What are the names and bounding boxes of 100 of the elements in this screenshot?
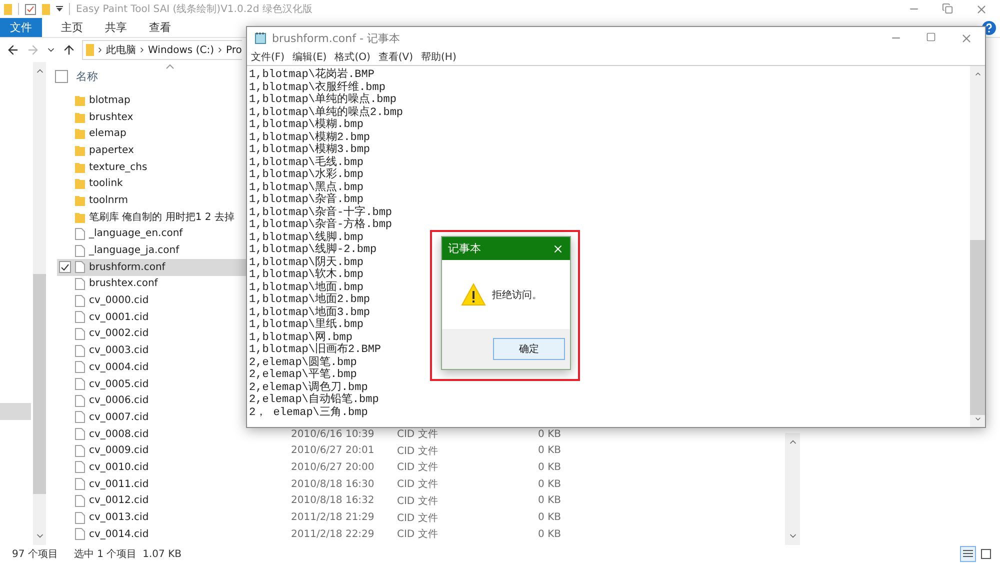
details-view-button[interactable] [960,546,976,562]
scroll-thumb[interactable] [970,240,985,415]
file-name[interactable]: cv_0004.cid [89,362,149,373]
file-name[interactable]: 笔刷库 俺自制的 用时把1 2 去掉 [89,210,234,224]
file-name[interactable]: texture_chs [89,162,148,173]
file-name[interactable]: toolnrm [89,194,128,206]
file-icon [75,361,85,374]
ribbon-tab[interactable]: 主页 [50,18,94,37]
menu-item[interactable]: 帮助(H) [421,50,456,64]
file-name[interactable]: brushform.conf [89,262,166,273]
file-icon [75,228,85,240]
menu-item[interactable]: 文件(F) [251,50,285,64]
restore-icon[interactable] [942,2,953,14]
folder-icon [75,128,85,140]
file-name[interactable]: brushtex [89,112,134,123]
file-icon [75,428,85,440]
file-name[interactable]: cv_0011.cid [89,478,149,490]
file-type: CID 文件 [397,428,439,442]
file-date: 2010/6/27 20:00 [291,462,376,473]
ribbon-tab[interactable]: 共享 [94,18,138,37]
file-name[interactable]: cv_0000.cid [89,295,149,306]
text-line: 1,blotmap\软木.bmp [249,269,364,281]
large-icons-view-button[interactable] [978,546,994,562]
text-line: 1,blotmap\地面3.bmp [249,306,370,318]
folder-icon [75,94,85,106]
address-bar[interactable]: 此电脑 Windows (C:) Pro [82,40,242,60]
ribbon-tab[interactable]: 文件 [0,18,42,37]
file-checkbox[interactable] [59,261,71,274]
file-name[interactable]: blotmap [89,94,130,106]
file-icon [75,378,85,390]
chevron-icon [96,46,104,54]
text-line: 1,blotmap\网.bmp [249,332,352,344]
ok-button[interactable]: 确定 [493,338,565,360]
check-icon [61,264,69,271]
window-title: brushform.conf - 记事本 [272,30,400,46]
text-line: 1,blotmap\旧画布2.BMP [249,344,382,356]
folder-icon [75,144,85,156]
maximize-icon[interactable] [926,32,936,42]
file-name[interactable]: cv_0005.cid [89,378,149,390]
file-size: 0 KB [537,462,561,473]
text-line: 1,blotmap\杂音-十字.bmp [249,206,392,218]
text-scrollbar[interactable] [970,66,985,427]
file-name[interactable]: cv_0009.cid [89,445,149,456]
breadcrumb[interactable]: Pro [226,44,242,56]
select-all-checkbox[interactable] [55,70,68,82]
file-name[interactable]: elemap [89,128,126,140]
notepad-icon [255,32,267,44]
breadcrumb[interactable]: Windows (C:) [148,44,214,56]
file-name[interactable]: brushtex.conf [89,278,158,290]
menu-item[interactable]: 格式(O) [334,50,370,64]
file-icon [75,411,85,424]
menu-item[interactable]: 查看(V) [378,50,414,64]
close-icon[interactable] [552,242,564,254]
file-icon [75,394,85,407]
file-type: CID 文件 [397,460,439,474]
file-name[interactable]: cv_0014.cid [89,528,149,540]
folder-icon [75,178,85,190]
file-name[interactable]: cv_0006.cid [89,395,149,406]
scroll-thumb[interactable] [33,274,46,494]
file-name[interactable]: cv_0001.cid [89,312,149,323]
file-date: 2010/8/18 16:30 [291,478,376,490]
text-line: 1,blotmap\线脚.bmp [249,232,364,244]
file-name[interactable]: _language_en.conf [89,228,183,240]
back-icon[interactable] [6,43,20,57]
text-line: 1,blotmap\里纸.bmp [249,319,364,332]
ribbon-tab[interactable]: 查看 [138,18,182,37]
file-date: 2011/2/18 21:29 [291,512,376,524]
dialog-message: 拒绝访问。 [492,288,542,302]
list-icon [963,549,973,559]
file-name[interactable]: cv_0003.cid [89,345,149,356]
caret-icon[interactable] [56,6,63,12]
nav-scrollbar[interactable] [33,62,46,545]
file-icon [75,444,85,457]
file-name[interactable]: papertex [89,144,134,156]
text-line: 1,blotmap\线脚-2.bmp [249,244,377,256]
menu-item[interactable]: 编辑(E) [292,50,327,64]
window-title: Easy Paint Tool SAI (线条绘制)V1.0.2d 绿色汉化版 [76,2,312,16]
folder-icon [86,44,94,56]
name-column-header[interactable]: 名称 [76,68,98,84]
file-name[interactable]: _language_ja.conf [89,245,180,256]
file-name[interactable]: toolink [89,178,123,190]
breadcrumb[interactable]: 此电脑 [106,43,136,57]
list-scrollbar[interactable] [785,433,800,545]
file-type: CID 文件 [397,444,439,458]
file-name[interactable]: cv_0002.cid [89,328,149,340]
file-name[interactable]: cv_0008.cid [89,428,149,440]
folder-icon [75,212,85,223]
properties-icon[interactable] [25,4,36,14]
file-name[interactable]: cv_0013.cid [89,512,149,524]
close-icon[interactable] [960,32,973,44]
close-icon[interactable] [975,2,988,16]
up-icon[interactable] [62,43,76,57]
text-line: 1,blotmap\模糊2.bmp [249,132,370,144]
file-size: 0 KB [537,428,561,440]
sort-caret-icon [166,64,174,69]
file-name[interactable]: cv_0007.cid [89,412,149,423]
text-line: 1,blotmap\地面2.bmp [249,294,370,306]
file-name[interactable]: cv_0012.cid [89,495,149,506]
dialog-title: 记事本 [448,241,481,256]
file-name[interactable]: cv_0010.cid [89,462,149,473]
